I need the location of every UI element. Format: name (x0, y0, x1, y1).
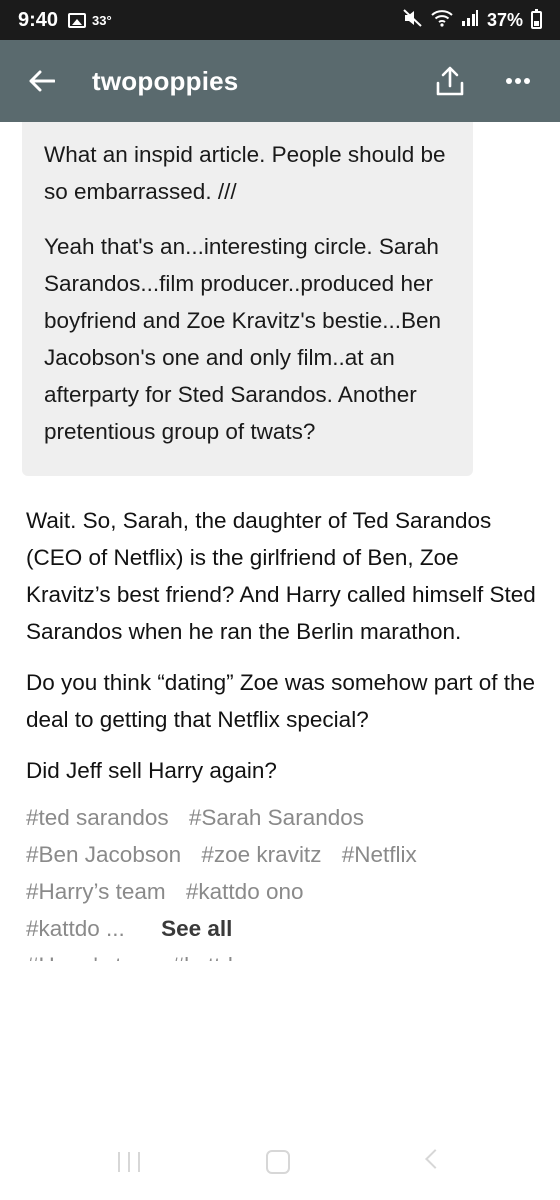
quote-paragraph: Yeah that's an...interesting circle. Sar… (44, 234, 442, 444)
tag-item[interactable]: #Netflix (342, 842, 417, 867)
battery-percent: 37% (486, 9, 523, 30)
header-actions (430, 61, 538, 101)
nav-back-icon[interactable] (425, 1149, 445, 1169)
share-button[interactable] (430, 61, 470, 101)
tag-list: #ted sarandos #Sarah Sarandos #Ben Jacob… (0, 799, 560, 961)
recent-apps-icon[interactable] (118, 1152, 140, 1172)
tag-item[interactable]: #zoe kravitz (201, 842, 321, 867)
post-paragraph: Did Jeff sell Harry again? (26, 758, 277, 783)
quote-paragraph: What an inspid article. People should be… (44, 142, 446, 204)
battery-icon (531, 9, 542, 29)
more-dots-icon (506, 78, 530, 84)
post-paragraph: Do you think “dating” Zoe was somehow pa… (26, 670, 536, 732)
share-upload-icon (436, 66, 464, 96)
tag-item[interactable]: #Sarah Sarandos (189, 805, 364, 830)
tags-more-row: #kattdo ... See all (26, 916, 232, 941)
post-body: Wait. So, Sarah, the daughter of Ted Sar… (0, 502, 560, 789)
mute-icon (403, 8, 423, 32)
app-header: twopoppies (0, 40, 560, 122)
tag-item[interactable]: #kattdo ono (186, 879, 304, 904)
signal-icon (461, 9, 479, 32)
tag-item[interactable]: #Ben Jacobson (26, 842, 181, 867)
quoted-reblog: What an inspid article. People should be… (22, 122, 473, 476)
status-right-group: 37% (403, 8, 542, 32)
tags-cut-line: #Harry's team #kattdo (26, 947, 538, 961)
tag-item[interactable]: #Harry’s team (26, 879, 166, 904)
status-time: 9:40 (18, 8, 59, 31)
tag-item[interactable]: #ted sarandos (26, 805, 169, 830)
arrow-left-icon (29, 70, 55, 92)
more-options-button[interactable] (498, 61, 538, 101)
tag-item-truncated[interactable]: #kattdo ... (26, 916, 125, 941)
blog-name[interactable]: twopoppies (92, 66, 238, 97)
status-bar: 9:40 33° 37% (0, 0, 560, 40)
wifi-icon (431, 9, 453, 32)
post-paragraph: Wait. So, Sarah, the daughter of Ted Sar… (26, 508, 536, 644)
post-content: What an inspid article. People should be… (0, 122, 560, 961)
status-temperature: 33° (92, 12, 112, 28)
image-icon (68, 12, 87, 28)
back-button[interactable] (22, 61, 62, 101)
home-icon[interactable] (266, 1150, 290, 1174)
see-all-tags-button[interactable]: See all (161, 916, 232, 941)
